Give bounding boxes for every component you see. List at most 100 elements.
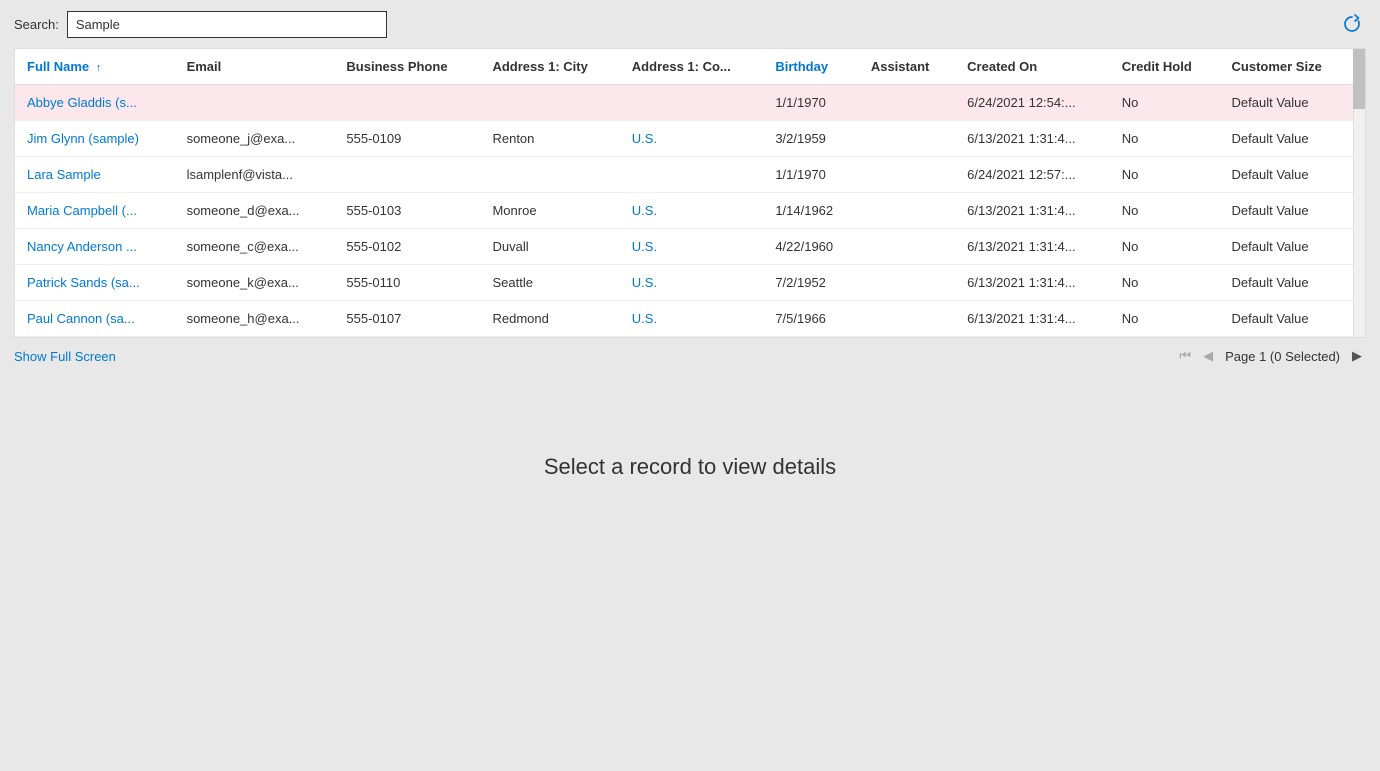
cell-full_name[interactable]: Abbye Gladdis (s...: [15, 85, 175, 121]
table-row[interactable]: Nancy Anderson ...someone_c@exa...555-01…: [15, 229, 1353, 265]
table-row[interactable]: Maria Campbell (...someone_d@exa...555-0…: [15, 193, 1353, 229]
cell-customer_size: Default Value: [1220, 121, 1353, 157]
cell-full_name[interactable]: Paul Cannon (sa...: [15, 301, 175, 337]
cell-business_phone: [334, 157, 480, 193]
cell-created_on: 6/13/2021 1:31:4...: [955, 121, 1110, 157]
cell-customer_size: Default Value: [1220, 265, 1353, 301]
cell-assistant: [859, 193, 955, 229]
pagination-prev[interactable]: ◀: [1199, 346, 1217, 366]
col-full-name-label: Full Name: [27, 59, 89, 74]
cell-address_city: Monroe: [480, 193, 619, 229]
search-input[interactable]: [67, 11, 387, 38]
cell-business_phone: 555-0107: [334, 301, 480, 337]
cell-full_name[interactable]: Maria Campbell (...: [15, 193, 175, 229]
cell-email: someone_k@exa...: [175, 265, 335, 301]
cell-customer_size: Default Value: [1220, 229, 1353, 265]
cell-email: someone_h@exa...: [175, 301, 335, 337]
table-row[interactable]: Patrick Sands (sa...someone_k@exa...555-…: [15, 265, 1353, 301]
cell-address_city: Duvall: [480, 229, 619, 265]
col-address-city[interactable]: Address 1: City: [480, 49, 619, 85]
cell-business_phone: 555-0110: [334, 265, 480, 301]
cell-business_phone: [334, 85, 480, 121]
bottom-bar: Show Full Screen ⏮ ◀ Page 1 (0 Selected)…: [0, 338, 1380, 374]
cell-email: someone_c@exa...: [175, 229, 335, 265]
scrollbar-thumb[interactable]: [1353, 49, 1365, 109]
cell-assistant: [859, 301, 955, 337]
cell-address_country: [620, 85, 764, 121]
cell-customer_size: Default Value: [1220, 193, 1353, 229]
cell-credit_hold: No: [1110, 301, 1220, 337]
table-body: Abbye Gladdis (s... 1/1/1970 6/24/2021 12:…: [15, 85, 1353, 337]
cell-birthday: 7/2/1952: [763, 265, 859, 301]
cell-birthday: 3/2/1959: [763, 121, 859, 157]
cell-credit_hold: No: [1110, 157, 1220, 193]
cell-address_country[interactable]: U.S.: [620, 121, 764, 157]
table-row[interactable]: Lara Samplelsamplenf@vista... 1/1/1970 6/2…: [15, 157, 1353, 193]
cell-credit_hold: No: [1110, 85, 1220, 121]
cell-address_country[interactable]: U.S.: [620, 265, 764, 301]
cell-address_city: [480, 157, 619, 193]
col-birthday[interactable]: Birthday: [763, 49, 859, 85]
cell-assistant: [859, 229, 955, 265]
col-business-phone[interactable]: Business Phone: [334, 49, 480, 85]
cell-email: lsamplenf@vista...: [175, 157, 335, 193]
cell-address_country[interactable]: U.S.: [620, 229, 764, 265]
refresh-button[interactable]: [1338, 10, 1366, 38]
pagination-first[interactable]: ⏮: [1175, 346, 1195, 366]
table-header: Full Name ↑ Email Business Phone Address…: [15, 49, 1353, 85]
table-row[interactable]: Abbye Gladdis (s...1/1/19706/24/2021 12:…: [15, 85, 1353, 121]
col-credit-hold[interactable]: Credit Hold: [1110, 49, 1220, 85]
cell-created_on: 6/13/2021 1:31:4...: [955, 265, 1110, 301]
cell-business_phone: 555-0109: [334, 121, 480, 157]
cell-full_name[interactable]: Patrick Sands (sa...: [15, 265, 175, 301]
col-email[interactable]: Email: [175, 49, 335, 85]
cell-birthday: 1/14/1962: [763, 193, 859, 229]
cell-created_on: 6/13/2021 1:31:4...: [955, 301, 1110, 337]
col-assistant[interactable]: Assistant: [859, 49, 955, 85]
scrollbar-track[interactable]: [1353, 49, 1365, 337]
cell-assistant: [859, 85, 955, 121]
pagination-next[interactable]: ▶: [1348, 346, 1366, 366]
cell-credit_hold: No: [1110, 193, 1220, 229]
col-full-name[interactable]: Full Name ↑: [15, 49, 175, 85]
col-created-on[interactable]: Created On: [955, 49, 1110, 85]
cell-assistant: [859, 157, 955, 193]
cell-full_name[interactable]: Nancy Anderson ...: [15, 229, 175, 265]
table-row[interactable]: Jim Glynn (sample)someone_j@exa...555-01…: [15, 121, 1353, 157]
contacts-table: Full Name ↑ Email Business Phone Address…: [15, 49, 1353, 337]
cell-address_city: [480, 85, 619, 121]
cell-address_country: [620, 157, 764, 193]
cell-assistant: [859, 265, 955, 301]
cell-email: someone_d@exa...: [175, 193, 335, 229]
cell-created_on: 6/24/2021 12:54:...: [955, 85, 1110, 121]
show-full-screen-link[interactable]: Show Full Screen: [14, 349, 116, 364]
table-container: Full Name ↑ Email Business Phone Address…: [14, 48, 1366, 338]
pagination: ⏮ ◀ Page 1 (0 Selected) ▶: [1175, 346, 1366, 366]
page-info: Page 1 (0 Selected): [1225, 349, 1340, 364]
search-label: Search:: [14, 17, 59, 32]
cell-birthday: 7/5/1966: [763, 301, 859, 337]
sort-arrow: ↑: [96, 62, 102, 74]
cell-address_city: Seattle: [480, 265, 619, 301]
cell-created_on: 6/13/2021 1:31:4...: [955, 193, 1110, 229]
cell-created_on: 6/24/2021 12:57:...: [955, 157, 1110, 193]
cell-address_country[interactable]: U.S.: [620, 301, 764, 337]
col-address-country[interactable]: Address 1: Co...: [620, 49, 764, 85]
cell-credit_hold: No: [1110, 229, 1220, 265]
cell-credit_hold: No: [1110, 265, 1220, 301]
cell-full_name[interactable]: Jim Glynn (sample): [15, 121, 175, 157]
refresh-icon: [1342, 14, 1362, 34]
cell-assistant: [859, 121, 955, 157]
cell-email: someone_j@exa...: [175, 121, 335, 157]
table-row[interactable]: Paul Cannon (sa...someone_h@exa...555-01…: [15, 301, 1353, 337]
cell-birthday: 1/1/1970: [763, 157, 859, 193]
col-customer-size[interactable]: Customer Size: [1220, 49, 1353, 85]
cell-address_country[interactable]: U.S.: [620, 193, 764, 229]
cell-full_name[interactable]: Lara Sample: [15, 157, 175, 193]
cell-email: [175, 85, 335, 121]
cell-address_city: Redmond: [480, 301, 619, 337]
cell-business_phone: 555-0103: [334, 193, 480, 229]
cell-customer_size: Default Value: [1220, 157, 1353, 193]
cell-customer_size: Default Value: [1220, 85, 1353, 121]
cell-birthday: 4/22/1960: [763, 229, 859, 265]
